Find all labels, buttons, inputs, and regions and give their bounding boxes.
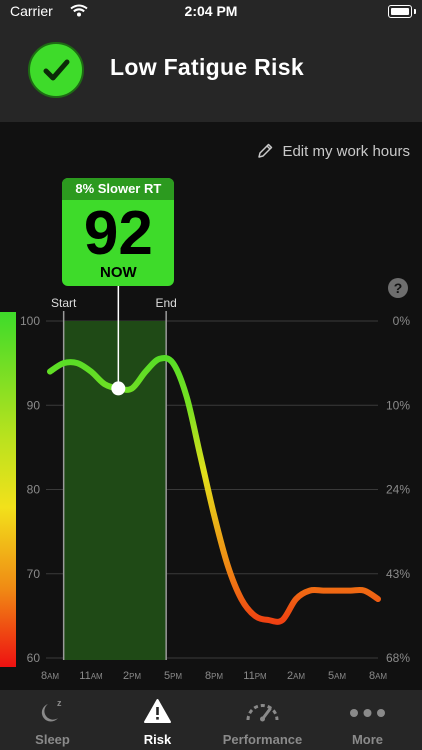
x-axis: 8AM 11AM 2PM 5PM 8PM 11PM 2AM 5AM 8AM [41,670,387,682]
x-tick-label: 2PM [123,670,141,682]
work-start-label: Start [51,296,77,310]
tab-bar: z Sleep Risk Performance More [0,690,422,750]
right-tick-label: 43% [386,567,410,581]
right-tick-label: 0% [393,314,411,328]
tab-performance-label: Performance [222,732,303,747]
now-label: NOW [99,264,137,281]
x-tick-label: 2AM [287,670,305,682]
risk-scale-bar [0,312,16,667]
tab-risk-label: Risk [143,732,172,747]
x-tick-label: 5PM [164,670,182,682]
x-tick-label: 5AM [328,670,346,682]
gauge-icon [246,704,279,722]
tab-more[interactable]: More [315,690,420,750]
moon-icon: z [41,698,62,722]
left-tick-label: 60 [27,651,41,665]
current-score-callout[interactable]: 8% Slower RT 92 NOW [62,178,175,286]
left-axis: 100 90 80 70 60 [20,314,40,665]
fatigue-chart: Start End 100 90 80 70 60 0% 10% 24% 43% 68% 8AM… [0,286,410,682]
tab-more-label: More [351,732,384,747]
tab-performance[interactable]: Performance [210,690,315,750]
left-tick-label: 90 [27,398,41,412]
current-score-value: 92 [83,199,153,268]
warning-icon [144,699,171,723]
now-marker[interactable] [111,381,126,396]
tab-sleep-label: Sleep [35,732,70,747]
right-axis: 0% 10% 24% 43% 68% [386,314,410,665]
x-tick-label: 8AM [369,670,387,682]
work-end-label: End [155,296,176,310]
x-tick-label: 11AM [79,670,103,682]
right-tick-label: 10% [386,398,410,412]
work-hours-band [63,321,167,660]
left-tick-label: 80 [27,483,41,497]
tab-risk[interactable]: Risk [105,690,210,750]
left-tick-label: 100 [20,314,40,328]
x-tick-label: 8AM [41,670,59,682]
x-tick-label: 8PM [205,670,223,682]
right-tick-label: 68% [386,651,410,665]
left-tick-label: 70 [27,567,41,581]
x-tick-label: 11PM [243,670,267,682]
reaction-time-label: 8% Slower RT [62,178,175,200]
right-tick-label: 24% [386,483,410,497]
tab-sleep[interactable]: z Sleep [0,690,105,750]
svg-text:z: z [57,698,62,708]
more-dots-icon [350,709,385,717]
